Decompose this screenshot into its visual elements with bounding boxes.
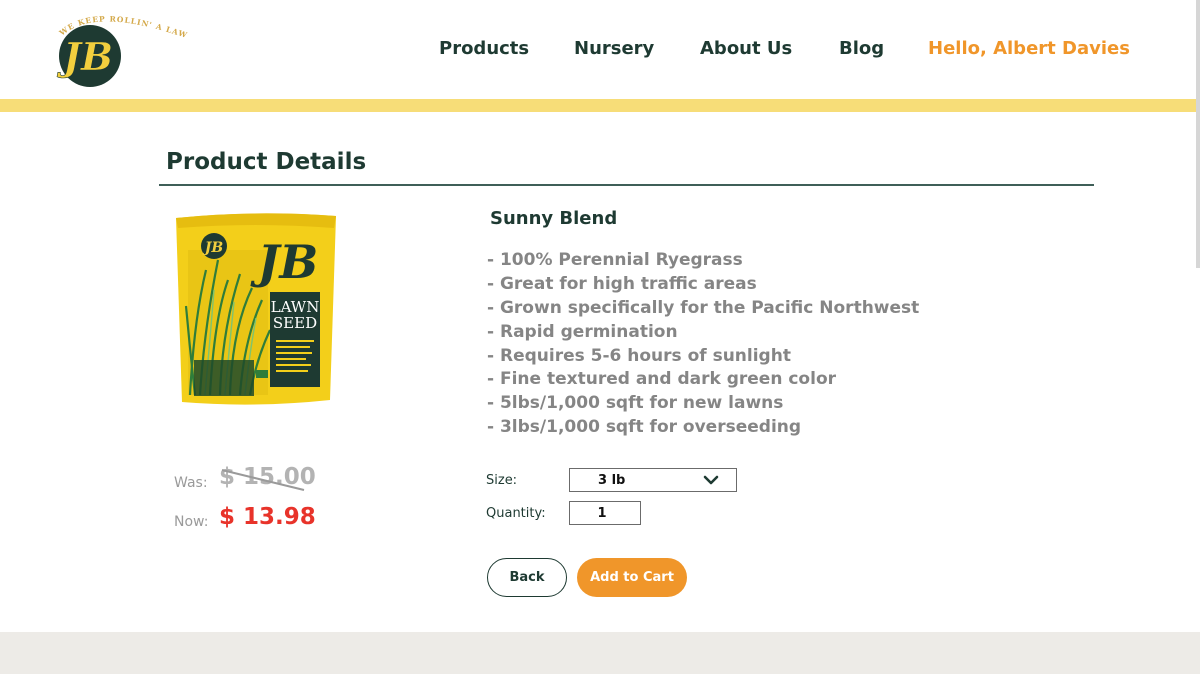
feature-item: - Requires 5-6 hours of sunlight	[487, 345, 791, 366]
nav-nursery[interactable]: Nursery	[574, 38, 654, 59]
main-nav: Products Nursery About Us Blog Hello, Al…	[0, 38, 1200, 62]
feature-item: - 100% Perennial Ryegrass	[487, 250, 743, 270]
svg-text:SEED: SEED	[273, 314, 317, 332]
scrollbar[interactable]	[1196, 0, 1200, 268]
page-title: Product Details	[166, 149, 367, 175]
chevron-down-icon	[703, 475, 719, 485]
product-name: Sunny Blend	[490, 208, 618, 229]
header-band	[0, 99, 1200, 112]
feature-item: - 3lbs/1,000 sqft for overseeding	[487, 417, 802, 438]
feature-item: - Rapid germination	[487, 321, 678, 342]
was-label: Was:	[174, 475, 208, 491]
quantity-input[interactable]	[569, 501, 641, 525]
add-to-cart-button[interactable]: Add to Cart	[577, 558, 687, 597]
svg-text:JB: JB	[250, 235, 319, 289]
feature-item: - Great for high traffic areas	[487, 273, 757, 294]
nav-blog[interactable]: Blog	[839, 38, 884, 59]
feature-item: - 5lbs/1,000 sqft for new lawns	[487, 393, 784, 414]
user-greeting[interactable]: Hello, Albert Davies	[928, 38, 1130, 59]
size-select[interactable]: 3 lb	[569, 468, 737, 492]
footer	[0, 632, 1200, 674]
size-label: Size:	[486, 473, 518, 488]
svg-text:JB: JB	[202, 240, 224, 256]
feature-item: - Fine textured and dark green color	[487, 369, 837, 390]
site-header: WE KEEP ROLLIN' A LAWN JB Products Nurse…	[0, 0, 1200, 99]
size-selected-value: 3 lb	[598, 473, 626, 488]
sale-price: $ 13.98	[219, 504, 316, 530]
quantity-label: Quantity:	[486, 506, 546, 521]
price-strikethrough	[221, 469, 305, 491]
nav-about-us[interactable]: About Us	[700, 38, 792, 59]
back-button[interactable]: Back	[487, 558, 567, 597]
feature-item: - Grown specifically for the Pacific Nor…	[487, 297, 920, 318]
product-image: JB JB LAWN SEED	[176, 213, 336, 405]
feature-list: - 100% Perennial Ryegrass - Great for hi…	[487, 250, 919, 441]
now-label: Now:	[174, 514, 209, 530]
title-divider	[159, 184, 1094, 186]
nav-products[interactable]: Products	[439, 38, 529, 59]
